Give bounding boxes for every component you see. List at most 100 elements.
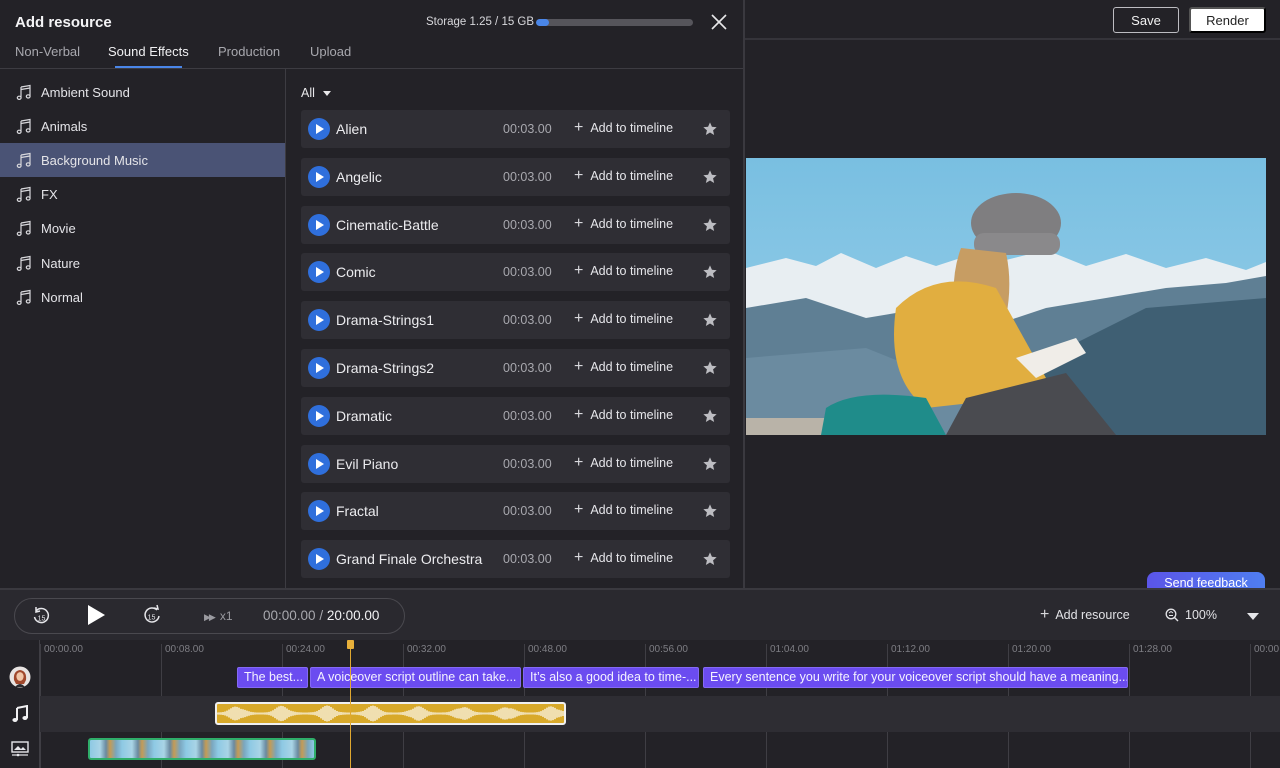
sound-name: Drama-Strings2 [336, 360, 435, 376]
play-button[interactable] [85, 603, 107, 627]
sound-item: Angelic 00:03.00 + Add to timeline [301, 157, 730, 196]
voiceover-clip[interactable]: It’s also a good idea to time-... [523, 667, 699, 688]
voiceover-clip[interactable]: The best... [237, 667, 308, 688]
plus-icon: + [574, 358, 584, 375]
play-preview-button[interactable] [308, 118, 330, 140]
zoom-dropdown-icon[interactable] [1247, 613, 1259, 620]
sound-item: Grand Finale Orchestra 00:03.00 + Add to ti… [301, 540, 730, 579]
tab-production[interactable]: Production [218, 44, 280, 59]
category-item[interactable]: Movie [0, 212, 285, 246]
favorite-button[interactable] [702, 408, 718, 424]
panel-title: Add resource [15, 14, 112, 31]
star-icon [703, 361, 717, 374]
music-notes-icon [16, 255, 31, 271]
category-label: Normal [41, 289, 83, 305]
zoom-control[interactable]: 100% [1165, 608, 1217, 622]
video-editor: Save Render Send feedback Add resource S… [0, 0, 1280, 768]
sound-item: Alien 00:03.00 + Add to timeline [301, 110, 730, 148]
add-to-timeline-label: Add to timeline [590, 264, 674, 279]
play-preview-button[interactable] [308, 452, 330, 475]
sound-duration: 00:03.00 [503, 265, 552, 280]
zoom-icon [1165, 608, 1179, 622]
sound-name: Angelic [336, 168, 382, 185]
storage-progress-bar [536, 19, 693, 26]
add-to-timeline-button[interactable]: + Add to timeline [574, 120, 674, 136]
sound-duration: 00:03.00 [503, 361, 552, 375]
favorite-button[interactable] [702, 169, 718, 185]
play-preview-button[interactable] [308, 261, 330, 284]
add-to-timeline-button[interactable]: + Add to timeline [574, 167, 673, 183]
rewind-15-button[interactable]: 15 [31, 605, 51, 627]
category-label: Ambient Sound [41, 84, 130, 100]
favorite-button[interactable] [702, 121, 718, 137]
play-preview-button[interactable] [308, 213, 330, 236]
voiceover-clip[interactable]: A voiceover script outline can take... [310, 667, 521, 688]
waveform [217, 705, 564, 722]
ruler-tick-label: 01:12.00 [891, 644, 930, 655]
transport-bar: 15 15 ▶▶ x1 00:00.00 / 20:00.00 + Add res… [0, 588, 1280, 640]
favorite-button[interactable] [702, 312, 718, 328]
category-label: Background Music [41, 152, 148, 168]
add-to-timeline-button[interactable]: + Add to timeline [574, 502, 673, 518]
play-preview-button[interactable] [308, 500, 330, 523]
video-track-header [0, 738, 40, 760]
add-to-timeline-button[interactable]: + Add to timeline [574, 358, 673, 375]
add-to-timeline-button[interactable]: + Add to timeline [574, 263, 674, 279]
add-to-timeline-label: Add to timeline [590, 121, 674, 135]
play-preview-button[interactable] [308, 548, 330, 571]
audio-clip[interactable] [215, 702, 566, 725]
play-preview-button[interactable] [308, 309, 330, 332]
play-preview-button[interactable] [308, 404, 330, 427]
add-resource-panel: Add resource Storage 1.25 / 15 GB Non-Ve… [0, 0, 745, 588]
sound-duration: 00:03.00 [503, 408, 552, 423]
sound-duration: 00:03.00 [503, 169, 552, 184]
close-button[interactable] [709, 12, 729, 32]
playhead-handle[interactable] [347, 640, 354, 649]
favorite-button[interactable] [702, 360, 718, 376]
music-track-header [0, 702, 40, 726]
play-preview-button[interactable] [308, 357, 330, 379]
speed-control[interactable]: ▶▶ x1 [204, 609, 233, 623]
filter-dropdown[interactable]: All [301, 86, 331, 100]
favorite-button[interactable] [702, 217, 718, 233]
add-to-timeline-button[interactable]: + Add to timeline [574, 454, 673, 470]
music-note-icon [12, 705, 28, 722]
playhead[interactable] [350, 640, 351, 768]
favorite-button[interactable] [702, 456, 718, 472]
star-icon [703, 552, 717, 566]
avatar[interactable] [9, 666, 31, 688]
video-clip[interactable] [88, 738, 316, 760]
fast-forward-icon: ▶▶ [204, 612, 216, 622]
add-to-timeline-button[interactable]: + Add to timeline [574, 406, 673, 422]
forward-15-button[interactable]: 15 [141, 604, 163, 626]
add-resource-button[interactable]: + Add resource [1040, 607, 1130, 623]
save-button[interactable]: Save [1113, 7, 1179, 33]
sound-duration: 00:03.00 [503, 504, 552, 519]
favorite-button[interactable] [702, 551, 718, 567]
category-item[interactable]: Nature [0, 246, 285, 280]
render-button[interactable]: Render [1189, 7, 1266, 33]
add-to-timeline-button[interactable]: + Add to timeline [574, 550, 673, 566]
add-to-timeline-button[interactable]: + Add to timeline [574, 215, 674, 231]
sound-item: Fractal 00:03.00 + Add to timeline [301, 492, 730, 531]
storage-progress-fill [536, 19, 550, 26]
favorite-button[interactable] [702, 264, 718, 280]
category-item[interactable]: Animals [0, 109, 285, 143]
timeline: The best... A voiceover script outline ca… [0, 640, 1280, 768]
add-to-timeline-label: Add to timeline [590, 216, 674, 231]
tab-non-verbal[interactable]: Non-Verbal [15, 44, 80, 59]
tab-sound-effects[interactable]: Sound Effects [108, 44, 189, 59]
voiceover-clip[interactable]: Every sentence you write for your voiceo… [703, 667, 1128, 688]
category-item[interactable]: Background Music [0, 143, 285, 178]
tab-upload[interactable]: Upload [310, 44, 351, 59]
add-to-timeline-button[interactable]: + Add to timeline [574, 311, 673, 327]
category-item[interactable]: Ambient Sound [0, 75, 285, 109]
favorite-button[interactable] [702, 503, 718, 519]
rewind-seconds-label: 15 [38, 616, 46, 623]
category-item[interactable]: Normal [0, 280, 285, 314]
ruler-tick-label: 00:08.00 [165, 644, 204, 655]
play-preview-button[interactable] [308, 165, 330, 188]
sound-name: Dramatic [336, 407, 393, 424]
category-item[interactable]: FX [0, 178, 285, 212]
waveform-path [217, 705, 564, 722]
